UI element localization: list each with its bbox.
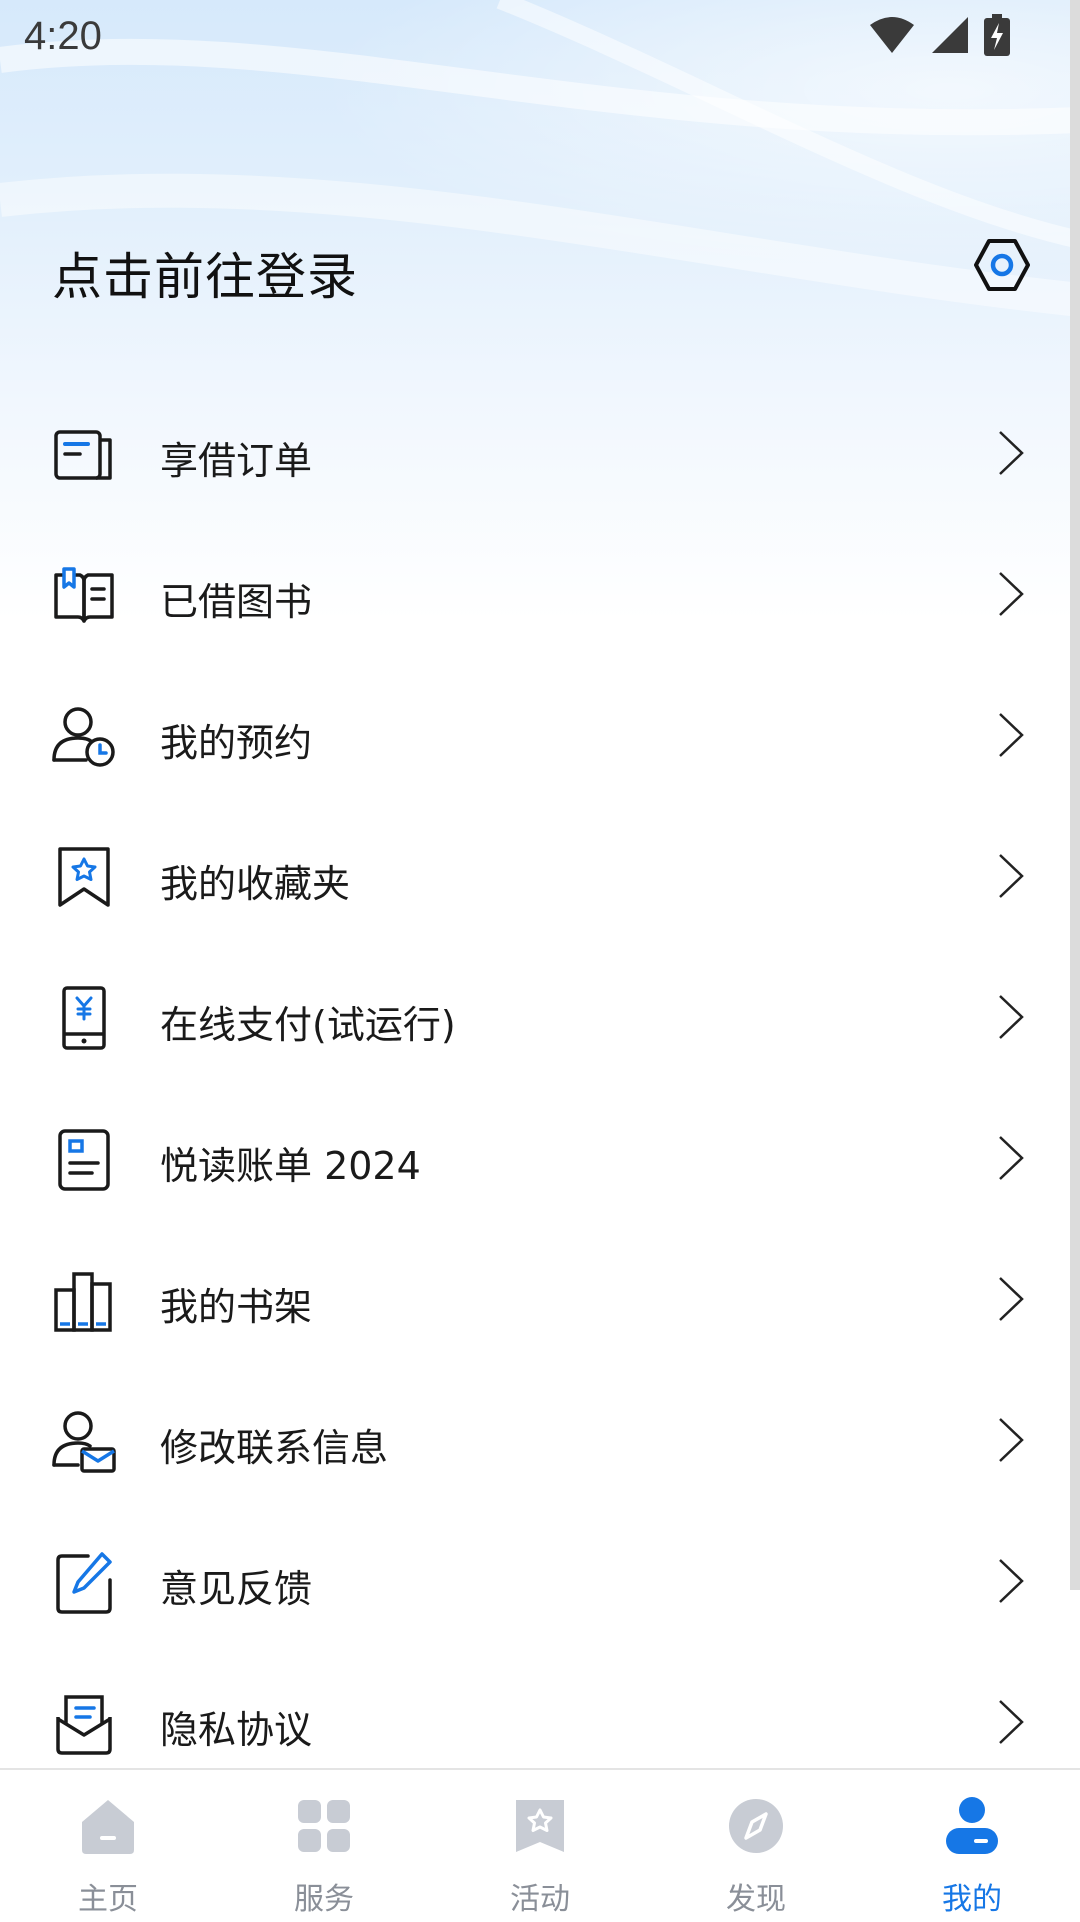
profile-icon (946, 1797, 998, 1854)
chevron-right-icon (999, 713, 1024, 757)
menu-item-label: 意见反馈 (160, 1567, 313, 1611)
login-link[interactable]: 点击前往登录 (52, 237, 358, 309)
menu-item-label: 享借订单 (160, 439, 313, 483)
favorites-icon (58, 847, 110, 907)
menu-item-online-payment[interactable]: 在线支付(试运行) (0, 946, 1080, 1087)
menu-item-label: 我的预约 (160, 721, 313, 765)
privacy-icon (56, 1695, 112, 1755)
home-icon (82, 1800, 134, 1854)
menu-item-label: 我的收藏夹 (160, 862, 351, 906)
menu-list: 享借订单 已借图书 我的预约 我的收藏夹 在线支付(试运行) 悦读账单 2024… (0, 382, 1080, 1792)
menu-item-bookshelf[interactable]: 我的书架 (0, 1228, 1080, 1369)
menu-item-label: 在线支付(试运行) (160, 1003, 456, 1047)
profile-header: 点击前往登录 (0, 215, 1080, 315)
battery-charging-icon (984, 14, 1010, 56)
activity-star-icon (516, 1800, 564, 1852)
feedback-icon (56, 1552, 112, 1614)
tab-label: 发现 (726, 1882, 786, 1917)
services-grid-icon (298, 1800, 350, 1852)
discover-compass-icon (729, 1799, 783, 1853)
status-time: 4:20 (24, 14, 102, 58)
chevron-right-icon (999, 1418, 1024, 1462)
bookshelf-icon (54, 1272, 112, 1332)
chevron-right-icon (999, 854, 1024, 898)
tab-profile[interactable]: 我的 (864, 1770, 1080, 1922)
order-icon (54, 430, 112, 480)
chevron-right-icon (999, 1277, 1024, 1321)
chevron-right-icon (999, 1559, 1024, 1603)
chevron-right-icon (999, 572, 1024, 616)
menu-item-label: 悦读账单 2024 (160, 1144, 421, 1188)
contact-info-icon (52, 1411, 116, 1473)
chevron-right-icon (999, 995, 1024, 1039)
tab-label: 活动 (510, 1882, 570, 1917)
menu-item-feedback[interactable]: 意见反馈 (0, 1510, 1080, 1651)
menu-item-reservation[interactable]: 我的预约 (0, 664, 1080, 805)
tab-services[interactable]: 服务 (216, 1770, 432, 1922)
menu-item-label: 隐私协议 (160, 1708, 313, 1752)
tab-activity[interactable]: 活动 (432, 1770, 648, 1922)
tab-home[interactable]: 主页 (0, 1770, 216, 1922)
cell-signal-icon (932, 17, 968, 53)
tab-label: 我的 (942, 1882, 1002, 1917)
menu-item-reading-bill[interactable]: 悦读账单 2024 (0, 1087, 1080, 1228)
settings-icon[interactable] (972, 235, 1032, 295)
menu-item-label: 我的书架 (160, 1285, 313, 1329)
reservation-icon (52, 707, 115, 767)
tab-label: 主页 (78, 1882, 138, 1917)
wifi-icon (870, 17, 914, 53)
menu-item-favorites[interactable]: 我的收藏夹 (0, 805, 1080, 946)
scrollbar[interactable] (1070, 0, 1080, 1590)
menu-item-order[interactable]: 享借订单 (0, 382, 1080, 523)
reading-bill-icon (58, 1129, 110, 1191)
tab-discover[interactable]: 发现 (648, 1770, 864, 1922)
status-bar: 4:20 (0, 0, 1080, 74)
chevron-right-icon (999, 1136, 1024, 1180)
bottom-tab-bar: 主页 服务 活动 发现 我的 (0, 1768, 1080, 1922)
borrowed-book-icon (54, 567, 114, 623)
menu-item-label: 修改联系信息 (160, 1426, 389, 1470)
tab-label: 服务 (294, 1882, 354, 1917)
chevron-right-icon (999, 1700, 1024, 1744)
mobile-payment-icon (62, 986, 106, 1050)
chevron-right-icon (999, 431, 1024, 475)
menu-item-contact-info[interactable]: 修改联系信息 (0, 1369, 1080, 1510)
menu-item-borrowed-books[interactable]: 已借图书 (0, 523, 1080, 664)
menu-item-label: 已借图书 (160, 580, 313, 624)
